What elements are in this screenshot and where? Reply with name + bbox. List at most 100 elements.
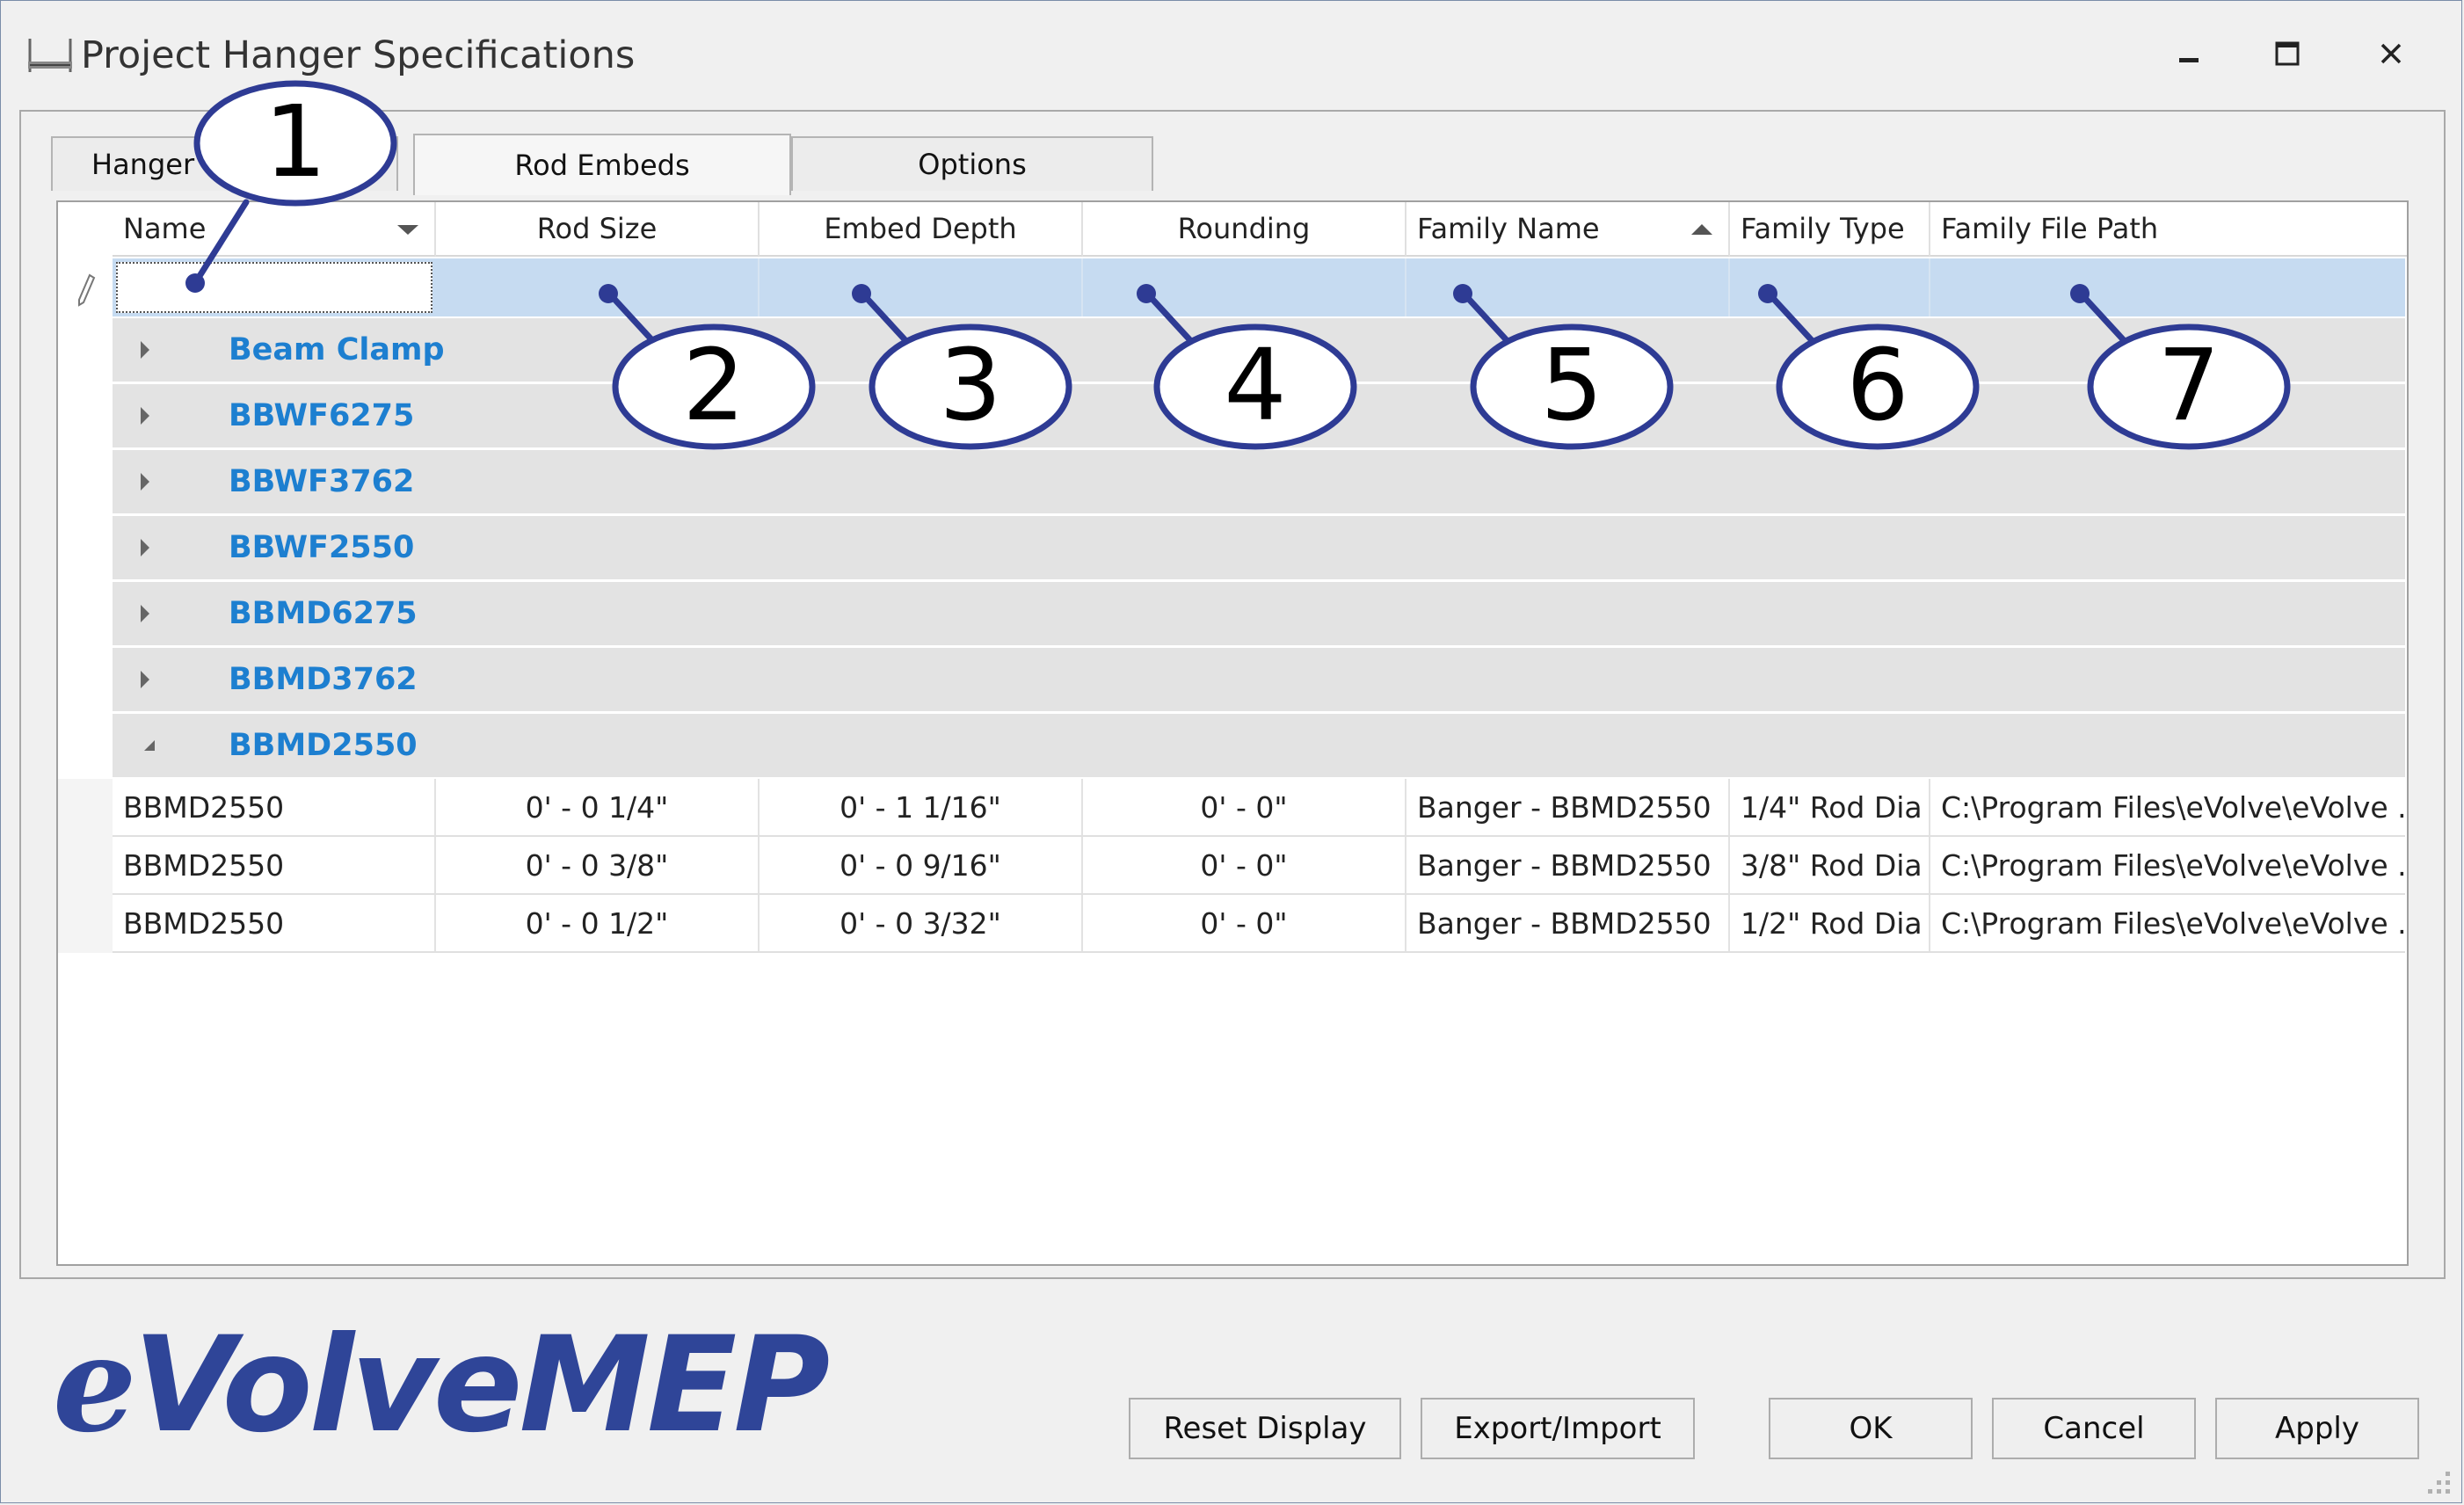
row-indicator-column — [58, 202, 111, 1264]
group-label: BBWF2550 — [229, 530, 415, 565]
cell-family-file-path[interactable]: C:\Program Files\eVolve\eVolve ... — [1930, 779, 2405, 835]
column-header-rod-size-label: Rod Size — [536, 212, 658, 245]
cell-embed-depth[interactable]: 0' - 0 3/32" — [760, 895, 1083, 951]
cell-family-type[interactable]: 1/4" Rod Dia — [1730, 779, 1930, 835]
cell-family-file-path[interactable]: C:\Program Files\eVolve\eVolve ... — [1930, 837, 2405, 893]
cancel-button[interactable]: Cancel — [1992, 1398, 2196, 1459]
cell-family-type[interactable]: 1/2" Rod Dia — [1730, 895, 1930, 951]
column-header-rounding[interactable]: Rounding — [1083, 202, 1406, 257]
window-title: Project Hanger Specifications — [81, 33, 636, 77]
expand-arrow-icon[interactable] — [139, 582, 151, 645]
tab-hanger[interactable]: Hanger C — [51, 136, 398, 191]
tab-hanger-label: Hanger C — [91, 148, 223, 181]
table-row[interactable]: BBMD2550 0' - 0 3/8" 0' - 0 9/16" 0' - 0… — [113, 837, 2405, 895]
expand-arrow-icon[interactable] — [139, 516, 151, 579]
filter-cell-family-type[interactable] — [1730, 258, 1930, 316]
dropdown-arrow-icon[interactable] — [396, 202, 420, 257]
group-row-bbwf3762[interactable]: BBWF3762 — [113, 450, 2405, 515]
ok-button[interactable]: OK — [1769, 1398, 1973, 1459]
group-row-bbwf2550[interactable]: BBWF2550 — [113, 516, 2405, 581]
column-header-name[interactable]: Name — [113, 202, 436, 257]
column-header-embed-depth[interactable]: Embed Depth — [760, 202, 1083, 257]
group-row-bbmd6275[interactable]: BBMD6275 — [113, 582, 2405, 647]
group-label: BBWF3762 — [229, 464, 415, 499]
evolvemep-logo: eVolveMEP — [53, 1319, 830, 1451]
sort-ascending-icon — [1690, 202, 1714, 257]
expand-arrow-icon[interactable] — [139, 648, 151, 711]
minimize-icon — [2176, 40, 2202, 70]
cell-embed-depth[interactable]: 0' - 0 9/16" — [760, 837, 1083, 893]
export-import-label: Export/Import — [1454, 1411, 1661, 1446]
tab-rod-embeds-label: Rod Embeds — [514, 149, 690, 182]
tab-rod-embeds[interactable]: Rod Embeds — [413, 134, 791, 195]
logo-text: VolveMEP — [133, 1309, 830, 1462]
close-icon — [2378, 40, 2404, 70]
close-button[interactable] — [2360, 33, 2422, 77]
column-header-family-file-path[interactable]: Family File Path — [1930, 202, 2407, 257]
maximize-icon — [2274, 40, 2300, 70]
group-label: BBMD3762 — [229, 662, 418, 697]
column-header-family-name-label: Family Name — [1417, 212, 1600, 245]
data-grid[interactable]: Name Rod Size Embed Depth Rounding Famil… — [56, 200, 2409, 1266]
table-row[interactable]: BBMD2550 0' - 0 1/2" 0' - 0 3/32" 0' - 0… — [113, 895, 2405, 953]
tab-options[interactable]: Options — [791, 136, 1153, 191]
group-label: BBWF6275 — [229, 398, 415, 433]
export-import-button[interactable]: Export/Import — [1421, 1398, 1695, 1459]
cell-name[interactable]: BBMD2550 — [113, 779, 436, 835]
apply-label: Apply — [2275, 1411, 2359, 1446]
group-row-bbmd2550[interactable]: BBMD2550 — [113, 714, 2405, 779]
column-header-name-label: Name — [123, 212, 207, 245]
cell-rod-size[interactable]: 0' - 0 3/8" — [436, 837, 760, 893]
apply-button[interactable]: Apply — [2215, 1398, 2419, 1459]
cell-family-file-path[interactable]: C:\Program Files\eVolve\eVolve ... — [1930, 895, 2405, 951]
group-label: BBMD6275 — [229, 596, 418, 631]
expand-arrow-icon[interactable] — [139, 318, 151, 382]
column-header-family-type[interactable]: Family Type — [1730, 202, 1930, 257]
group-row-bbwf6275[interactable]: BBWF6275 — [113, 384, 2405, 449]
filter-input-name[interactable] — [116, 262, 432, 313]
filter-cell-family-name[interactable] — [1406, 258, 1730, 316]
column-header-rod-size[interactable]: Rod Size — [436, 202, 760, 257]
reset-display-label: Reset Display — [1163, 1411, 1367, 1446]
group-row-bbmd3762[interactable]: BBMD3762 — [113, 648, 2405, 713]
column-header-family-name[interactable]: Family Name — [1406, 202, 1730, 257]
resize-grip-icon[interactable] — [2419, 1463, 2454, 1501]
hanger-icon — [26, 32, 74, 79]
ok-label: OK — [1849, 1411, 1893, 1446]
cell-name[interactable]: BBMD2550 — [113, 895, 436, 951]
filter-cell-rounding[interactable] — [1083, 258, 1406, 316]
cell-rounding[interactable]: 0' - 0" — [1083, 779, 1406, 835]
cell-family-name[interactable]: Banger - BBMD2550 — [1406, 779, 1730, 835]
filter-cell-embed-depth[interactable] — [760, 258, 1083, 316]
expand-arrow-icon[interactable] — [139, 384, 151, 447]
row-indicator-stripe — [58, 779, 113, 953]
tab-options-label: Options — [918, 148, 1027, 181]
cancel-label: Cancel — [2043, 1411, 2145, 1446]
column-header-embed-depth-label: Embed Depth — [824, 212, 1017, 245]
table-row[interactable]: BBMD2550 0' - 0 1/4" 0' - 1 1/16" 0' - 0… — [113, 779, 2405, 837]
column-header-family-type-label: Family Type — [1741, 212, 1905, 245]
group-row-beam-clamp[interactable]: Beam Clamp — [113, 318, 2405, 383]
cell-family-name[interactable]: Banger - BBMD2550 — [1406, 895, 1730, 951]
maximize-button[interactable] — [2257, 33, 2318, 77]
cell-rounding[interactable]: 0' - 0" — [1083, 837, 1406, 893]
cell-rod-size[interactable]: 0' - 0 1/4" — [436, 779, 760, 835]
filter-cell-rod-size[interactable] — [436, 258, 760, 316]
column-header-rounding-label: Rounding — [1177, 212, 1311, 245]
logo-e: e — [53, 1307, 136, 1462]
pencil-icon — [76, 273, 97, 311]
cell-family-type[interactable]: 3/8" Rod Dia — [1730, 837, 1930, 893]
minimize-button[interactable] — [2158, 33, 2220, 77]
group-label: Beam Clamp — [229, 332, 445, 367]
expand-arrow-icon[interactable] — [139, 450, 151, 513]
cell-name[interactable]: BBMD2550 — [113, 837, 436, 893]
collapse-arrow-icon[interactable] — [139, 714, 158, 777]
column-header-family-file-path-label: Family File Path — [1941, 212, 2159, 245]
cell-rod-size[interactable]: 0' - 0 1/2" — [436, 895, 760, 951]
cell-rounding[interactable]: 0' - 0" — [1083, 895, 1406, 951]
reset-display-button[interactable]: Reset Display — [1129, 1398, 1401, 1459]
cell-family-name[interactable]: Banger - BBMD2550 — [1406, 837, 1730, 893]
group-label: BBMD2550 — [229, 728, 418, 763]
filter-cell-family-file-path[interactable] — [1930, 258, 2405, 316]
cell-embed-depth[interactable]: 0' - 1 1/16" — [760, 779, 1083, 835]
